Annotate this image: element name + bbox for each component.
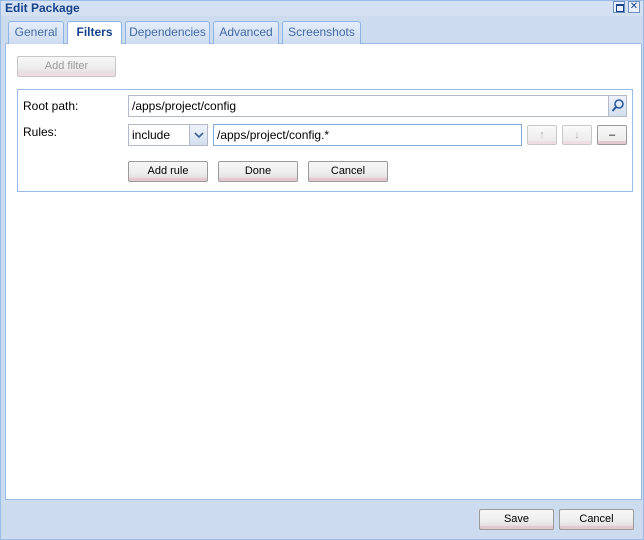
rule-mode-value: include: [132, 128, 171, 142]
root-path-value: /apps/project/config: [132, 99, 237, 113]
rule-pattern-input[interactable]: /apps/project/config.*: [213, 124, 522, 146]
cancel-button[interactable]: Cancel: [559, 509, 634, 530]
save-button[interactable]: Save: [479, 509, 554, 530]
rules-label: Rules:: [23, 125, 58, 139]
tab-general[interactable]: General: [8, 21, 64, 44]
root-path-input[interactable]: /apps/project/config: [128, 95, 627, 117]
chevron-down-icon[interactable]: [189, 125, 207, 145]
window-title: Edit Package: [5, 1, 80, 15]
tab-filters[interactable]: Filters: [67, 21, 122, 45]
edit-package-window: Edit Package ✕ General Filters Dependenc…: [0, 0, 644, 540]
rule-pattern-value: /apps/project/config.*: [217, 128, 330, 142]
tab-screenshots[interactable]: Screenshots: [282, 21, 361, 44]
tab-advanced[interactable]: Advanced: [213, 21, 279, 44]
filter-editor: Root path: /apps/project/config Rules: i…: [17, 89, 633, 192]
search-icon[interactable]: [608, 96, 626, 116]
window-titlebar[interactable]: Edit Package ✕: [1, 1, 643, 16]
add-filter-button[interactable]: Add filter: [17, 56, 116, 77]
move-down-button[interactable]: ↓: [562, 125, 592, 145]
rule-mode-select[interactable]: include: [128, 124, 208, 146]
add-rule-button[interactable]: Add rule: [128, 161, 208, 182]
root-path-label: Root path:: [23, 99, 79, 113]
tab-strip: General Filters Dependencies Advanced Sc…: [5, 19, 641, 45]
maximize-icon[interactable]: [613, 1, 625, 13]
editor-cancel-button[interactable]: Cancel: [308, 161, 388, 182]
tab-dependencies[interactable]: Dependencies: [125, 21, 210, 44]
filters-panel: Add filter Root path: /apps/project/conf…: [5, 44, 642, 500]
close-icon[interactable]: ✕: [628, 1, 640, 13]
remove-rule-button[interactable]: –: [597, 125, 627, 145]
done-button[interactable]: Done: [218, 161, 298, 182]
move-up-button[interactable]: ↑: [527, 125, 557, 145]
